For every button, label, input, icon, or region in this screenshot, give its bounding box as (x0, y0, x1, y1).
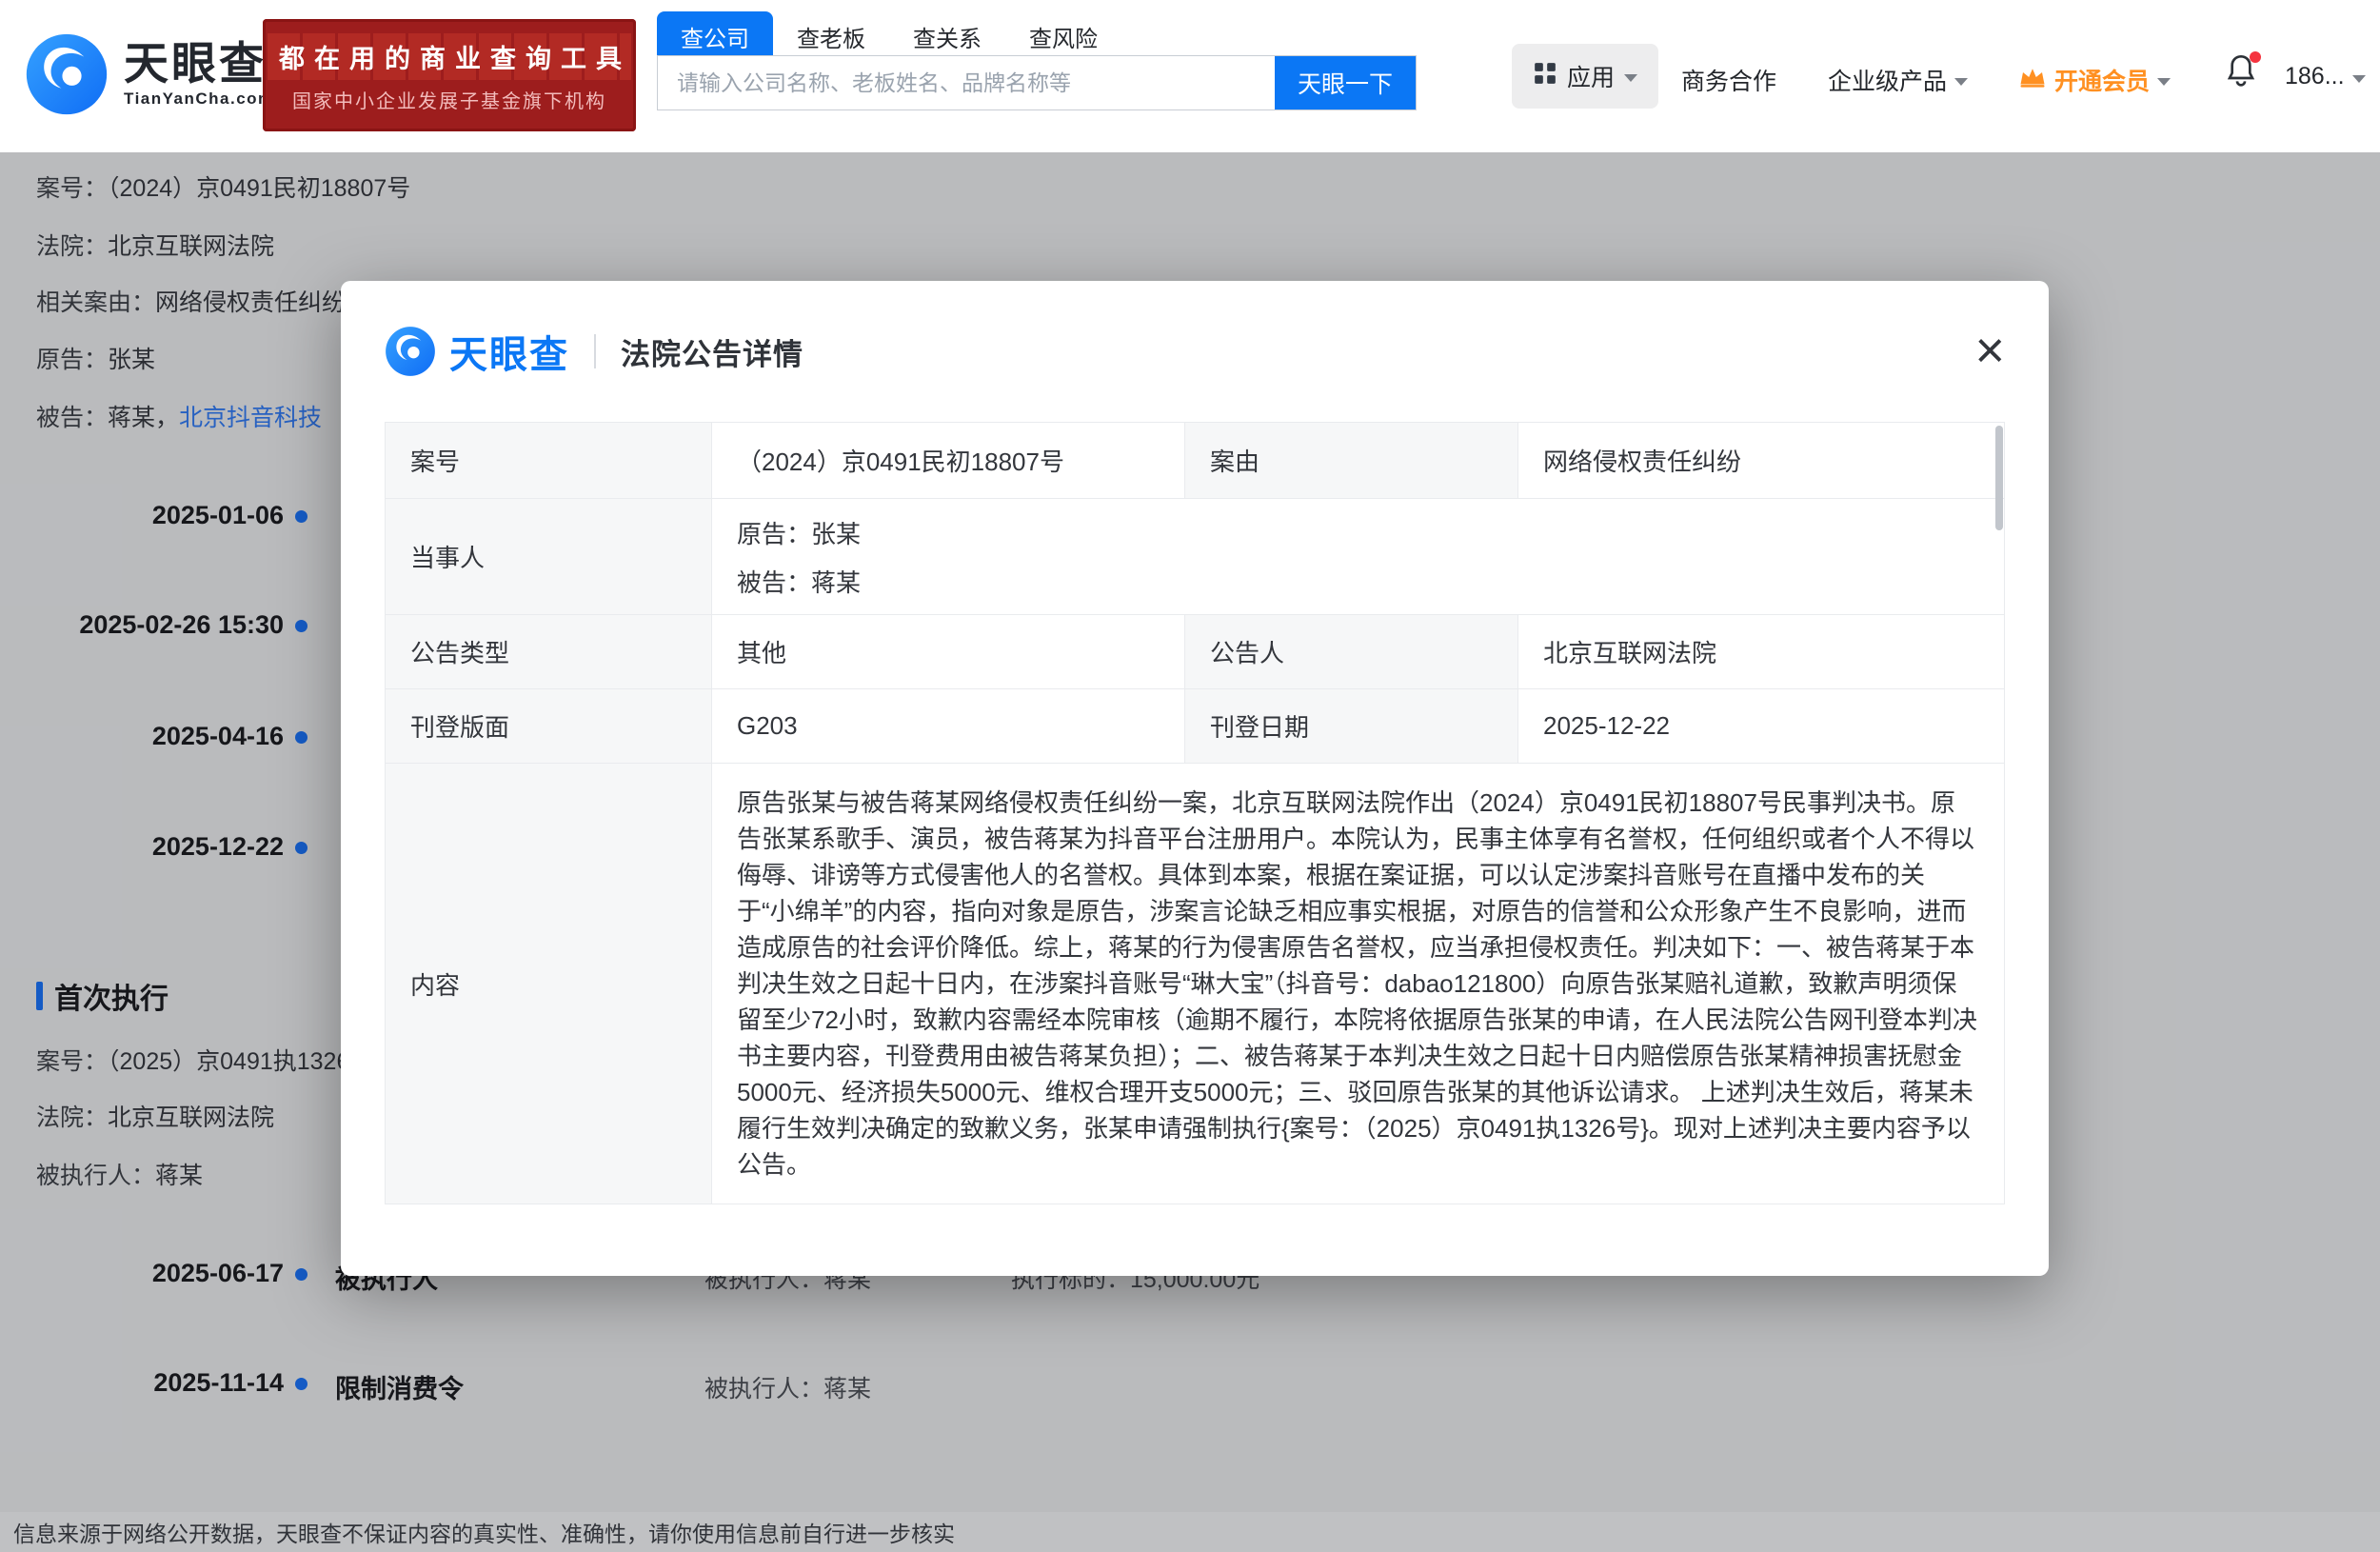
modal-announcer-label: 公告人 (1185, 615, 1518, 689)
chevron-down-icon (2157, 78, 2171, 86)
announcement-detail-table: 案号 （2024）京0491民初18807号 案由 网络侵权责任纠纷 当事人 原… (385, 422, 2005, 1204)
modal-title: 法院公告详情 (621, 330, 803, 373)
modal-publish-date-value: 2025-12-22 (1518, 689, 2005, 764)
modal-announcer-value: 北京互联网法院 (1518, 615, 2005, 689)
tab-search-company[interactable]: 查公司 (657, 11, 773, 55)
chevron-down-icon (1624, 74, 1637, 82)
modal-defendant-line: 被告：蒋某 (737, 564, 861, 599)
search-input[interactable] (658, 56, 1275, 109)
tianyancha-logo-icon (385, 326, 436, 377)
tab-search-relation[interactable]: 查关系 (889, 11, 1005, 55)
modal-content-label: 内容 (386, 764, 712, 1204)
modal-scrollbar[interactable] (1995, 426, 2003, 530)
search-category-tabs: 查公司 查老板 查关系 查风险 (657, 11, 1121, 55)
vip-label: 开通会员 (2054, 63, 2150, 97)
tab-search-risk[interactable]: 查风险 (1005, 11, 1121, 55)
modal-header: 天眼查 法院公告详情 × (341, 281, 2049, 422)
enterprise-products-label: 企业级产品 (1828, 63, 1947, 97)
chevron-down-icon (2352, 75, 2366, 83)
crown-icon (2018, 66, 2047, 95)
modal-case-no-label: 案号 (386, 423, 712, 499)
vip-menu[interactable]: 开通会员 (2018, 63, 2171, 97)
brand-domain: TianYanCha.com (124, 90, 274, 109)
promo-banner-line2: 国家中小企业发展子基金旗下机构 (263, 86, 636, 113)
modal-parties-value: 原告：张某 被告：蒋某 (712, 499, 2005, 615)
apps-menu-label: 应用 (1567, 59, 1615, 93)
modal-content-value: 原告张某与被告蒋某网络侵权责任纠纷一案，北京互联网法院作出（2024）京0491… (712, 764, 2005, 1204)
account-menu[interactable]: 186... (2285, 63, 2366, 90)
top-navbar: 天眼查 TianYanCha.com 都在用的商业查询工具 国家中小企业发展子基… (0, 0, 2380, 152)
header-divider (594, 334, 596, 368)
enterprise-products-menu[interactable]: 企业级产品 (1828, 63, 1968, 97)
modal-cause-label: 案由 (1185, 423, 1518, 499)
biz-cooperation-link[interactable]: 商务合作 (1681, 63, 1776, 97)
modal-publish-date-label: 刊登日期 (1185, 689, 1518, 764)
tianyancha-logo[interactable]: 天眼查 TianYanCha.com (25, 32, 274, 116)
brand-name: 天眼查 (124, 40, 274, 87)
court-announcement-modal: 天眼查 法院公告详情 × 案号 （2024）京0491民初18807号 案由 网… (341, 281, 2049, 1276)
biz-cooperation-label: 商务合作 (1681, 63, 1776, 97)
bell-icon (2226, 75, 2256, 91)
modal-plaintiff-line: 原告：张某 (737, 515, 861, 550)
close-icon[interactable]: × (1974, 330, 2005, 371)
modal-page-label: 刊登版面 (386, 689, 712, 764)
modal-case-no-value: （2024）京0491民初18807号 (712, 423, 1185, 499)
modal-brand-name: 天眼查 (449, 324, 569, 379)
tianyancha-logo-icon (25, 32, 109, 116)
modal-cause-value: 网络侵权责任纠纷 (1518, 423, 2005, 499)
apps-grid-icon (1533, 61, 1557, 92)
notifications-bell[interactable] (2226, 53, 2258, 90)
search-button[interactable]: 天眼一下 (1275, 56, 1416, 109)
modal-type-label: 公告类型 (386, 615, 712, 689)
notification-badge (2250, 51, 2261, 63)
account-phone-label: 186... (2285, 63, 2345, 90)
modal-type-value: 其他 (712, 615, 1185, 689)
apps-menu[interactable]: 应用 (1512, 44, 1658, 109)
promo-banner: 都在用的商业查询工具 国家中小企业发展子基金旗下机构 (263, 19, 636, 131)
promo-banner-line1: 都在用的商业查询工具 (268, 33, 631, 80)
tab-search-boss[interactable]: 查老板 (773, 11, 889, 55)
search-box: 天眼一下 (657, 55, 1417, 110)
chevron-down-icon (1954, 78, 1968, 86)
modal-page-value: G203 (712, 689, 1185, 764)
modal-parties-label: 当事人 (386, 499, 712, 615)
